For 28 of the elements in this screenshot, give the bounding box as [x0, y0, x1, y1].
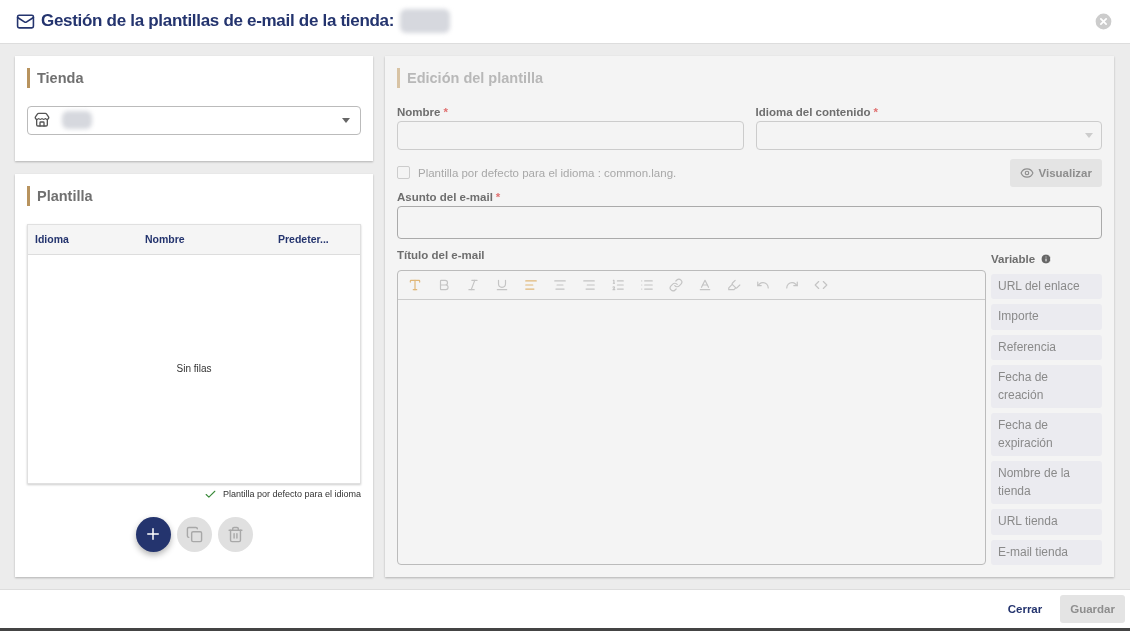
field-label: Variable: [991, 252, 1036, 265]
card-title: Edición del plantilla: [397, 67, 1102, 88]
caret-icon: [342, 117, 350, 123]
field-label: Asunto del e-mail *: [397, 190, 502, 203]
redacted-text: [62, 111, 92, 130]
field-label: Idioma del contenido *: [755, 105, 879, 118]
column-header[interactable]: Nombre: [145, 233, 278, 246]
card-title: Plantilla: [27, 185, 361, 206]
window-title: Gestión de la plantillas de e-mail de la tienda:: [41, 11, 395, 32]
eye-icon: [1019, 165, 1034, 180]
close-button[interactable]: Cerrar: [1001, 602, 1049, 617]
field-label: Nombre *: [397, 105, 449, 118]
redacted-text: [400, 9, 451, 34]
add-button[interactable]: [135, 516, 171, 552]
legend-text: Plantilla por defecto para el idioma: [222, 489, 361, 500]
empty-message: Sin filas: [176, 363, 212, 375]
store-select[interactable]: [27, 105, 361, 135]
column-header[interactable]: Idioma: [35, 233, 145, 246]
store-icon: [34, 112, 50, 129]
caret-icon: [1085, 132, 1093, 138]
close-icon[interactable]: [1093, 10, 1114, 32]
field-label: Título del e-mail: [397, 248, 486, 261]
card-title: Tienda: [27, 67, 361, 88]
column-header[interactable]: Predeter...: [278, 233, 353, 246]
checkbox-label: Plantilla por defecto para el idioma : common.lang.: [418, 166, 677, 179]
copy-icon: [185, 525, 203, 543]
trash-icon: [226, 525, 244, 543]
mail-icon: [16, 11, 35, 31]
